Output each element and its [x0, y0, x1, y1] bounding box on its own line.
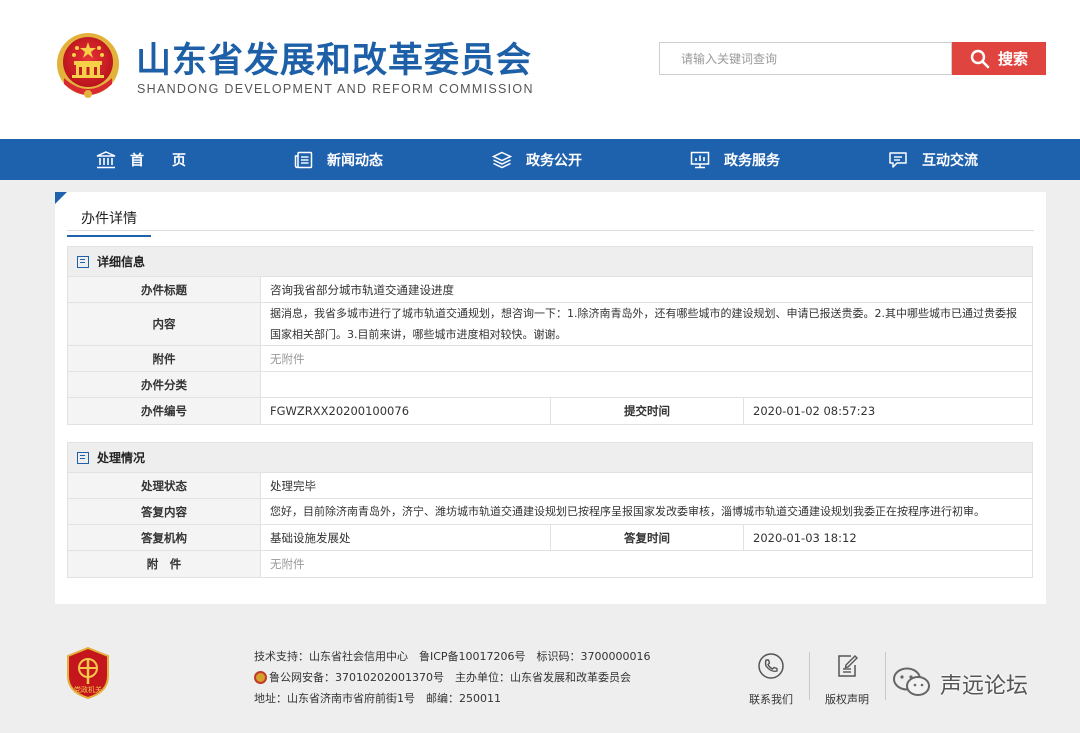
search-box: [659, 42, 952, 75]
field-label: 答复机构: [68, 525, 261, 550]
site-header: 山东省发展和改革委员会 SHANDONG DEVELOPMENT AND REF…: [0, 0, 1080, 139]
search-button[interactable]: 搜索: [952, 42, 1046, 75]
search-icon: [970, 49, 990, 68]
phone-icon: [758, 653, 784, 679]
field-label: 答复内容: [68, 499, 261, 524]
case-content-value: 据消息，我省多城市进行了城市轨道交通规划，想咨询一下：1.除济南青岛外，还有哪些…: [270, 307, 1017, 341]
nav-item-label: 政务服务: [724, 152, 780, 169]
national-emblem-icon: [57, 33, 119, 98]
footer-line-police: 鲁公网安备：37010202001370号 主办单位：山东省发展和改革委员会: [254, 667, 651, 688]
footer-logo-text: 党政机关: [74, 685, 102, 694]
nav-item-label: 政务公开: [526, 152, 582, 169]
layers-icon: [492, 151, 512, 168]
contact-us-link[interactable]: 联系我们: [739, 651, 803, 707]
divider: [67, 230, 1034, 231]
nav-item-gov-affairs-public[interactable]: 政务公开: [492, 139, 582, 180]
divider: [885, 652, 886, 700]
field-label: 附 件: [68, 551, 261, 577]
field-label: 内容: [68, 303, 261, 345]
tab-case-details[interactable]: 办件详情: [67, 202, 151, 237]
footer-link-label: 版权声明: [825, 693, 869, 706]
edit-document-icon: [838, 655, 858, 677]
copyright-link[interactable]: 版权声明: [815, 651, 879, 707]
field-label: 办件分类: [68, 372, 261, 397]
table-row: 办件分类: [68, 372, 1032, 398]
table-row: 办件标题 咨询我省部分城市轨道交通建设进度: [68, 277, 1032, 303]
nav-item-gov-services[interactable]: 政务服务: [690, 139, 780, 180]
field-label: 处理状态: [68, 473, 261, 498]
category-value: [261, 372, 1032, 397]
bank-icon: [96, 150, 116, 168]
search-input[interactable]: [660, 43, 951, 74]
nav-item-label: 首 页: [130, 152, 186, 169]
site-title: 山东省发展和改革委员会: [136, 41, 533, 81]
case-title-value: 咨询我省部分城市轨道交通建设进度: [270, 282, 454, 297]
status-value: 处理完毕: [270, 478, 316, 493]
attachment-value: 无附件: [270, 351, 305, 366]
section-title: 详细信息: [97, 255, 146, 269]
case-number-value: FGWZRXX20200100076: [261, 398, 551, 424]
footer-line: 地址：山东省济南市省府前街1号 邮编：250011: [254, 692, 501, 705]
wechat-watermark-icon: [893, 667, 930, 696]
details-section: 详细信息 办件标题 咨询我省部分城市轨道交通建设进度 内容 据消息，我省多城市进…: [67, 246, 1033, 425]
reply-time-value: 2020-01-03 18:12: [753, 530, 857, 545]
field-label: 提交时间: [551, 398, 744, 424]
watermark-text: 声远论坛: [940, 674, 1029, 699]
party-gov-organ-logo: 党政机关: [67, 646, 109, 700]
footer-line: 技术支持：山东省社会信用中心 鲁ICP备10017206号 标识码：370000…: [254, 650, 651, 663]
table-row: 附 件 无附件: [68, 551, 1032, 577]
nav-item-home[interactable]: 首 页: [96, 139, 186, 180]
footer-link-label: 联系我们: [749, 693, 793, 706]
field-label: 答复时间: [551, 525, 744, 550]
reply-org-value: 基础设施发展处: [261, 525, 551, 550]
list-icon: [77, 451, 89, 464]
table-row: 处理状态 处理完毕: [68, 473, 1032, 499]
nav-item-news[interactable]: 新闻动态: [294, 139, 383, 180]
section-header: 详细信息: [68, 247, 1032, 277]
processing-section: 处理情况 处理状态 处理完毕 答复内容 您好，目前除济南青岛外，济宁、潍坊城市轨…: [67, 442, 1033, 578]
nav-item-interaction[interactable]: 互动交流: [888, 139, 978, 180]
table-row: 附件 无附件: [68, 346, 1032, 372]
police-badge-icon: [254, 671, 267, 684]
attachment-value: 无附件: [270, 557, 305, 571]
corner-mark: [55, 192, 67, 204]
list-icon: [77, 255, 89, 268]
table-row: 办件编号 FGWZRXX20200100076 提交时间 2020-01-02 …: [68, 398, 1032, 424]
footer-line: 鲁公网安备：37010202001370号 主办单位：山东省发展和改革委员会: [269, 671, 631, 684]
news-icon: [294, 151, 313, 168]
field-label: 附件: [68, 346, 261, 371]
nav-item-label: 新闻动态: [327, 152, 383, 169]
field-label: 办件编号: [68, 398, 261, 424]
section-header: 处理情况: [68, 443, 1032, 473]
reply-content-value: 您好，目前除济南青岛外，济宁、潍坊城市轨道交通建设规划已按程序呈报国家发改委审核…: [270, 504, 985, 518]
site-subtitle: SHANDONG DEVELOPMENT AND REFORM COMMISSI…: [137, 82, 534, 96]
field-label: 办件标题: [68, 277, 261, 302]
footer-info: 技术支持：山东省社会信用中心 鲁ICP备10017206号 标识码：370000…: [254, 646, 651, 709]
nav-item-label: 互动交流: [922, 152, 978, 169]
chat-icon: [889, 151, 907, 168]
section-title: 处理情况: [97, 451, 146, 465]
table-row: 答复内容 您好，目前除济南青岛外，济宁、潍坊城市轨道交通建设规划已按程序呈报国家…: [68, 499, 1032, 525]
submit-time-value: 2020-01-02 08:57:23: [753, 404, 876, 418]
main-nav: 首 页 新闻动态 政务公开 政务服务 互动交流: [0, 139, 1080, 180]
divider: [809, 652, 810, 700]
table-row: 答复机构 基础设施发展处 答复时间 2020-01-03 18:12: [68, 525, 1032, 551]
table-row: 内容 据消息，我省多城市进行了城市轨道交通规划，想咨询一下：1.除济南青岛外，还…: [68, 303, 1032, 346]
monitor-chart-icon: [690, 151, 710, 168]
search-button-label: 搜索: [997, 50, 1028, 68]
detail-panel: 办件详情 详细信息 办件标题 咨询我省部分城市轨道交通建设进度 内容 据消息，我…: [55, 192, 1046, 604]
